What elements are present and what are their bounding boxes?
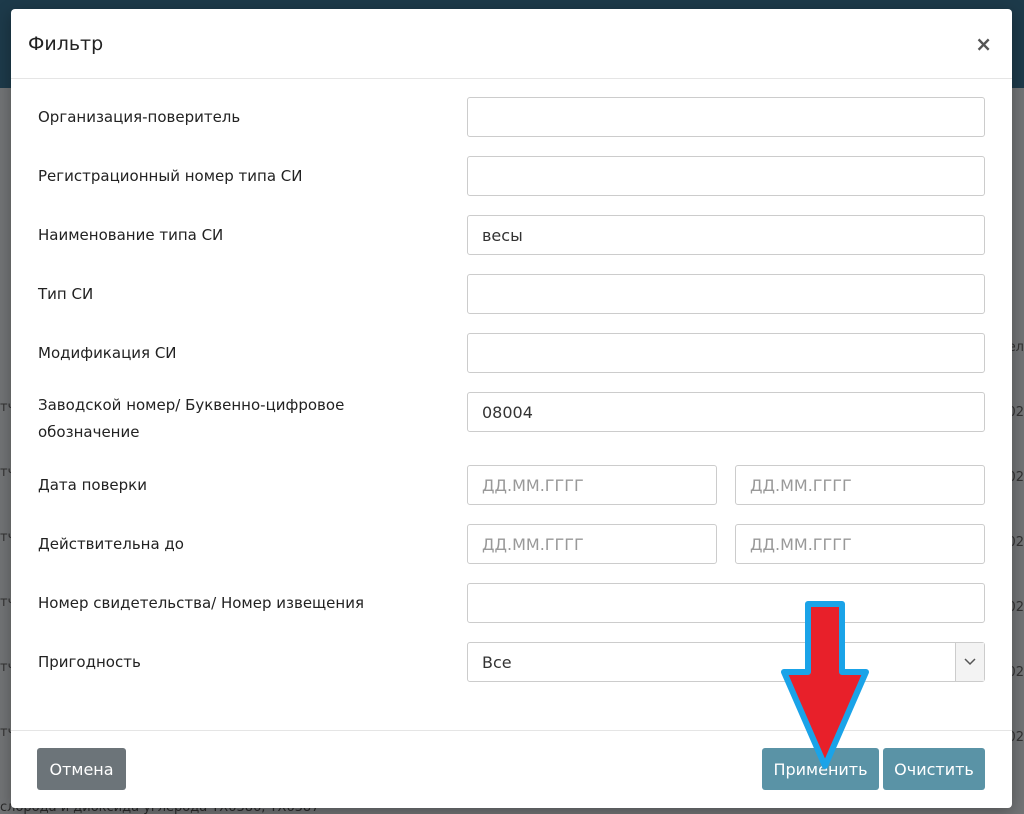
certificate-input[interactable] (467, 583, 985, 623)
form-row-verify-date: Дата поверки ДД.ММ.ГГГГ ДД.ММ.ГГГГ (38, 465, 985, 505)
org-input[interactable] (467, 97, 985, 137)
reg-number-input[interactable] (467, 156, 985, 196)
verify-date-to-input[interactable]: ДД.ММ.ГГГГ (735, 465, 985, 505)
clear-button[interactable]: Очистить (883, 748, 985, 790)
form-row-org: Организация-поверитель (38, 97, 985, 137)
form-row-modification: Модификация СИ (38, 333, 985, 373)
modal-title: Фильтр (28, 32, 104, 55)
form-row-type-name: Наименование типа СИ весы (38, 215, 985, 255)
certificate-label: Номер свидетельства/ Номер извещения (38, 593, 364, 612)
modification-label: Модификация СИ (38, 343, 177, 362)
modification-input[interactable] (467, 333, 985, 373)
chevron-down-icon[interactable] (955, 643, 984, 681)
type-input[interactable] (467, 274, 985, 314)
reg-number-label: Регистрационный номер типа СИ (38, 166, 303, 185)
cancel-button[interactable]: Отмена (37, 748, 126, 790)
modal-header: Фильтр × (11, 9, 1012, 79)
type-label: Тип СИ (38, 284, 94, 303)
valid-until-from-input[interactable]: ДД.ММ.ГГГГ (467, 524, 717, 564)
type-name-label: Наименование типа СИ (38, 225, 224, 244)
valid-until-label: Действительна до (38, 534, 184, 553)
serial-input[interactable]: 08004 (467, 392, 985, 432)
filter-form: Организация-поверитель Регистрационный н… (11, 79, 1012, 682)
suitability-label: Пригодность (38, 652, 141, 671)
red-arrow-down-icon (781, 601, 869, 769)
form-row-type: Тип СИ (38, 274, 985, 314)
close-icon[interactable]: × (975, 32, 992, 56)
suitability-select[interactable]: Все (467, 642, 985, 682)
org-label: Организация-поверитель (38, 107, 241, 126)
form-row-reg-number: Регистрационный номер типа СИ (38, 156, 985, 196)
form-row-serial: Заводской номер/ Буквенно-цифровое обозн… (38, 392, 985, 446)
valid-until-to-input[interactable]: ДД.ММ.ГГГГ (735, 524, 985, 564)
verify-date-label: Дата поверки (38, 475, 147, 494)
suitability-value: Все (482, 652, 512, 672)
type-name-input[interactable]: весы (467, 215, 985, 255)
form-row-valid-until: Действительна до ДД.ММ.ГГГГ ДД.ММ.ГГГГ (38, 524, 985, 564)
serial-label: Заводской номер/ Буквенно-цифровое обозн… (38, 396, 345, 441)
verify-date-from-input[interactable]: ДД.ММ.ГГГГ (467, 465, 717, 505)
